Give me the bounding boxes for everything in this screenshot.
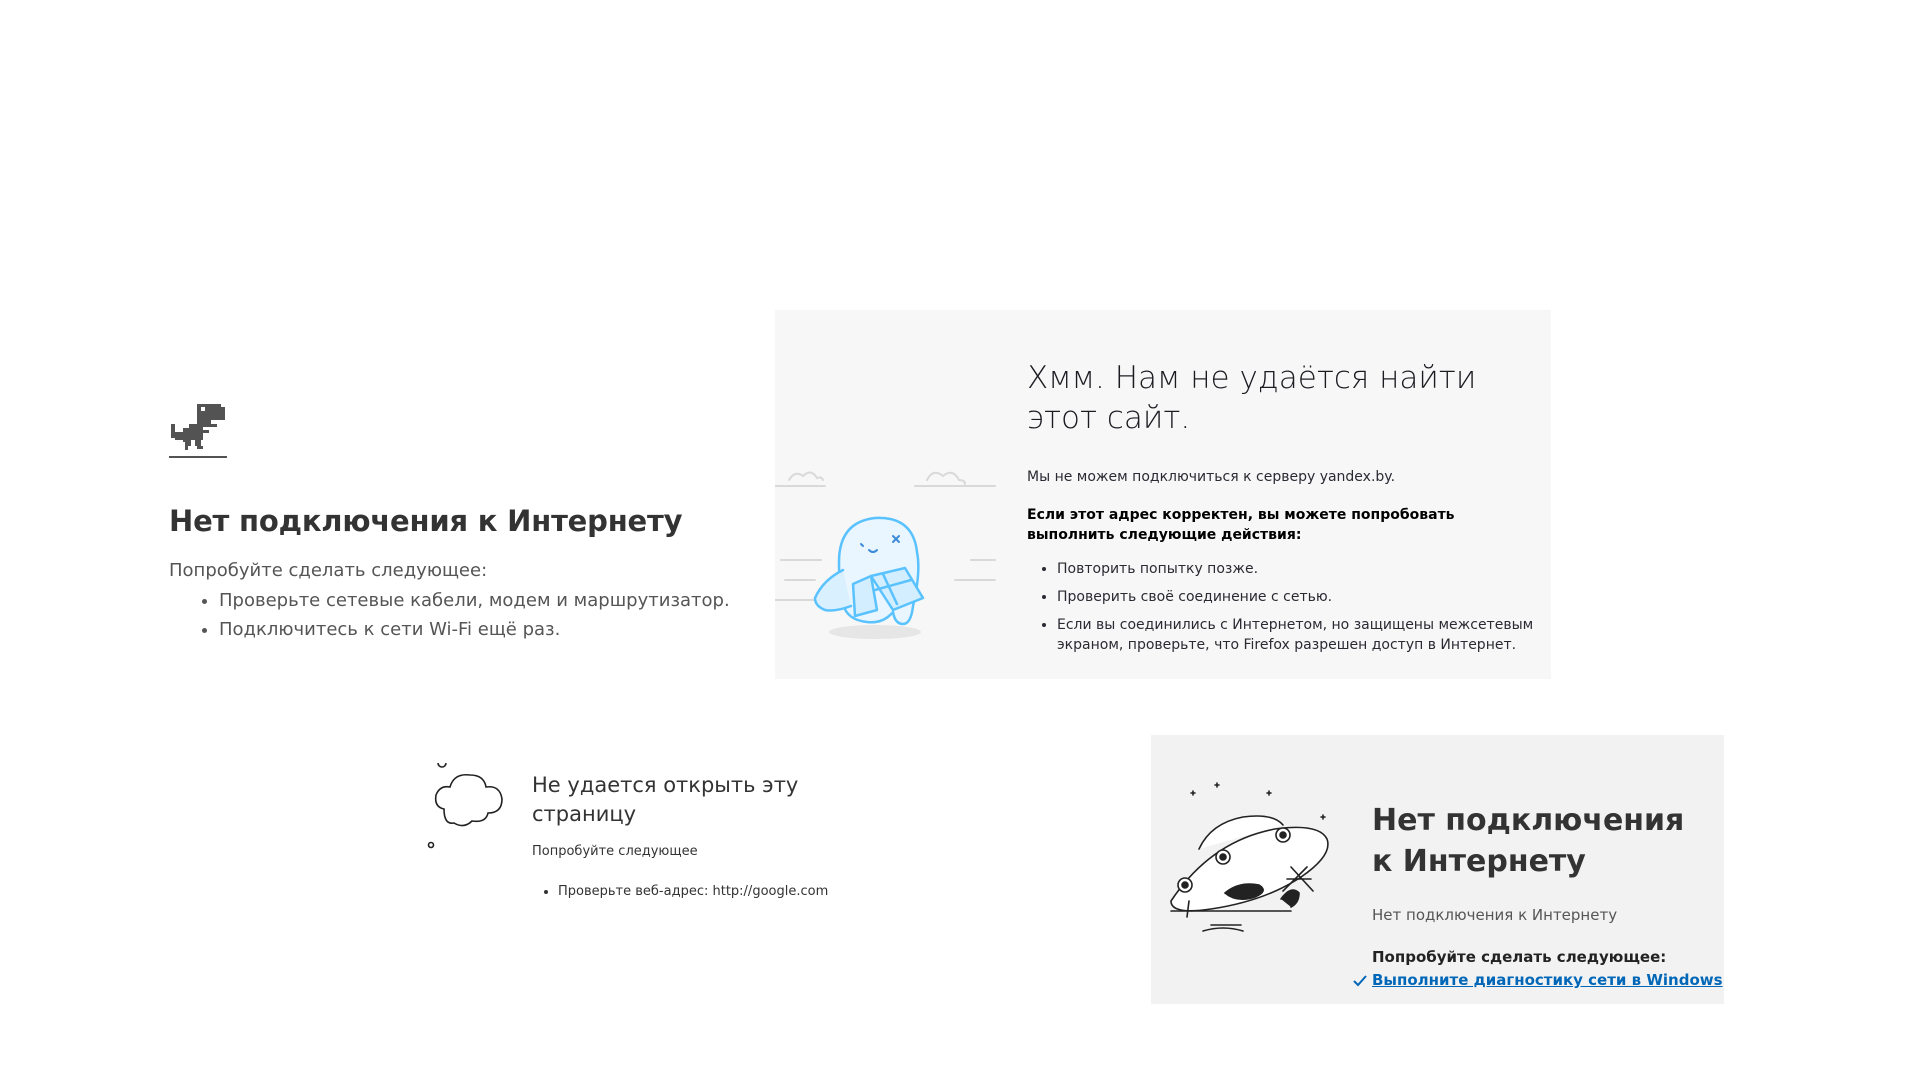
suggestions-intro: Попробуйте сделать следующее: [169,560,488,581]
page-title: Нет подключения к Интернету [169,504,683,538]
page-title: Не удается открыть эту страницу [532,773,799,826]
status-message: Нет подключения к Интернету [1372,906,1618,924]
checkmark-icon [1353,975,1367,987]
list-item: Если вы соединились с Интернетом, но защ… [1057,615,1557,655]
windows-offline-panel: Нет подключения к Интернету Нет подключе… [1151,735,1724,1004]
suggestions-list: Повторить попытку позже. Проверить своё … [1027,559,1557,663]
list-item: Проверьте веб-адрес: http://google.com [558,884,828,899]
dino-icon[interactable] [169,404,227,460]
edge-error-panel: Не удается открыть эту страницу Попробуй… [424,763,884,903]
list-item: Повторить попытку позже. [1057,559,1557,579]
page-title: Нет подключения к Интернету [1372,803,1685,879]
firefox-error-panel: Хмм. Нам не удаётся найти этот сайт. Мы … [775,310,1551,679]
list-item: Проверить своё соединение с сетью. [1057,587,1557,607]
page-title: Хмм. Нам не удаётся найти этот сайт. [1027,360,1477,436]
suggestions-list: Проверьте веб-адрес: http://google.com [532,884,828,899]
confused-character-illustration [775,471,996,639]
list-item: Подключитесь к сети Wi-Fi ещё раз. [219,615,730,644]
suggestions-heading: Если этот адрес корректен, вы можете поп… [1027,507,1455,543]
ufo-icon [1170,782,1329,932]
network-diagnostics-link[interactable]: Выполните диагностику сети в Windows [1372,971,1723,989]
error-message: Мы не можем подключиться к серверу yande… [1027,469,1396,485]
suggestions-intro: Попробуйте следующее [532,844,698,859]
suggestions-intro: Попробуйте сделать следующее: [1372,948,1667,966]
list-item: Проверьте сетевые кабели, модем и маршру… [219,586,730,615]
suggestions-list: Проверьте сетевые кабели, модем и маршру… [169,586,730,644]
thought-cloud-icon [427,763,503,849]
